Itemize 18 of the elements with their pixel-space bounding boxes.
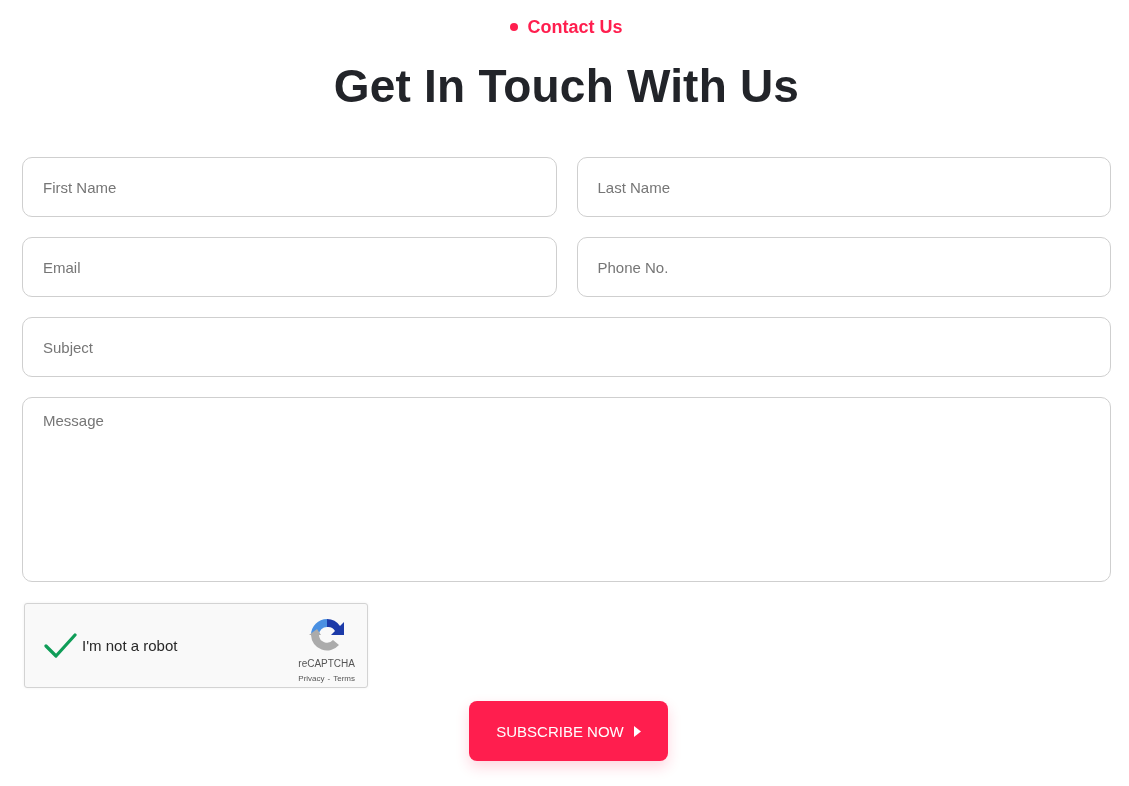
dot-icon xyxy=(510,23,519,31)
input-field[interactable]: Subject xyxy=(22,317,1111,377)
caret-icon xyxy=(633,725,641,737)
input-field[interactable]: Phone No. xyxy=(576,237,1111,297)
page-title: Get In Touch With Us xyxy=(333,60,800,112)
circular-arrow-icon xyxy=(308,616,345,653)
input-field[interactable]: Email xyxy=(22,237,557,297)
captcha-label: I'm not a robot xyxy=(82,637,179,654)
terms-link[interactable]: Terms xyxy=(333,673,355,683)
subscribe-button[interactable]: SUBSCRIBE NOW xyxy=(469,701,668,761)
section-label: Contact Us xyxy=(527,16,623,38)
separator-text: - xyxy=(327,673,331,683)
input-field[interactable]: First Name xyxy=(22,157,557,217)
privacy-link[interactable]: Privacy xyxy=(298,673,325,683)
message-field[interactable]: Message xyxy=(22,397,1111,582)
checkmark-icon[interactable] xyxy=(44,632,77,659)
input-field[interactable]: Last Name xyxy=(576,157,1111,217)
brand-label: reCAPTCHA xyxy=(298,657,355,669)
